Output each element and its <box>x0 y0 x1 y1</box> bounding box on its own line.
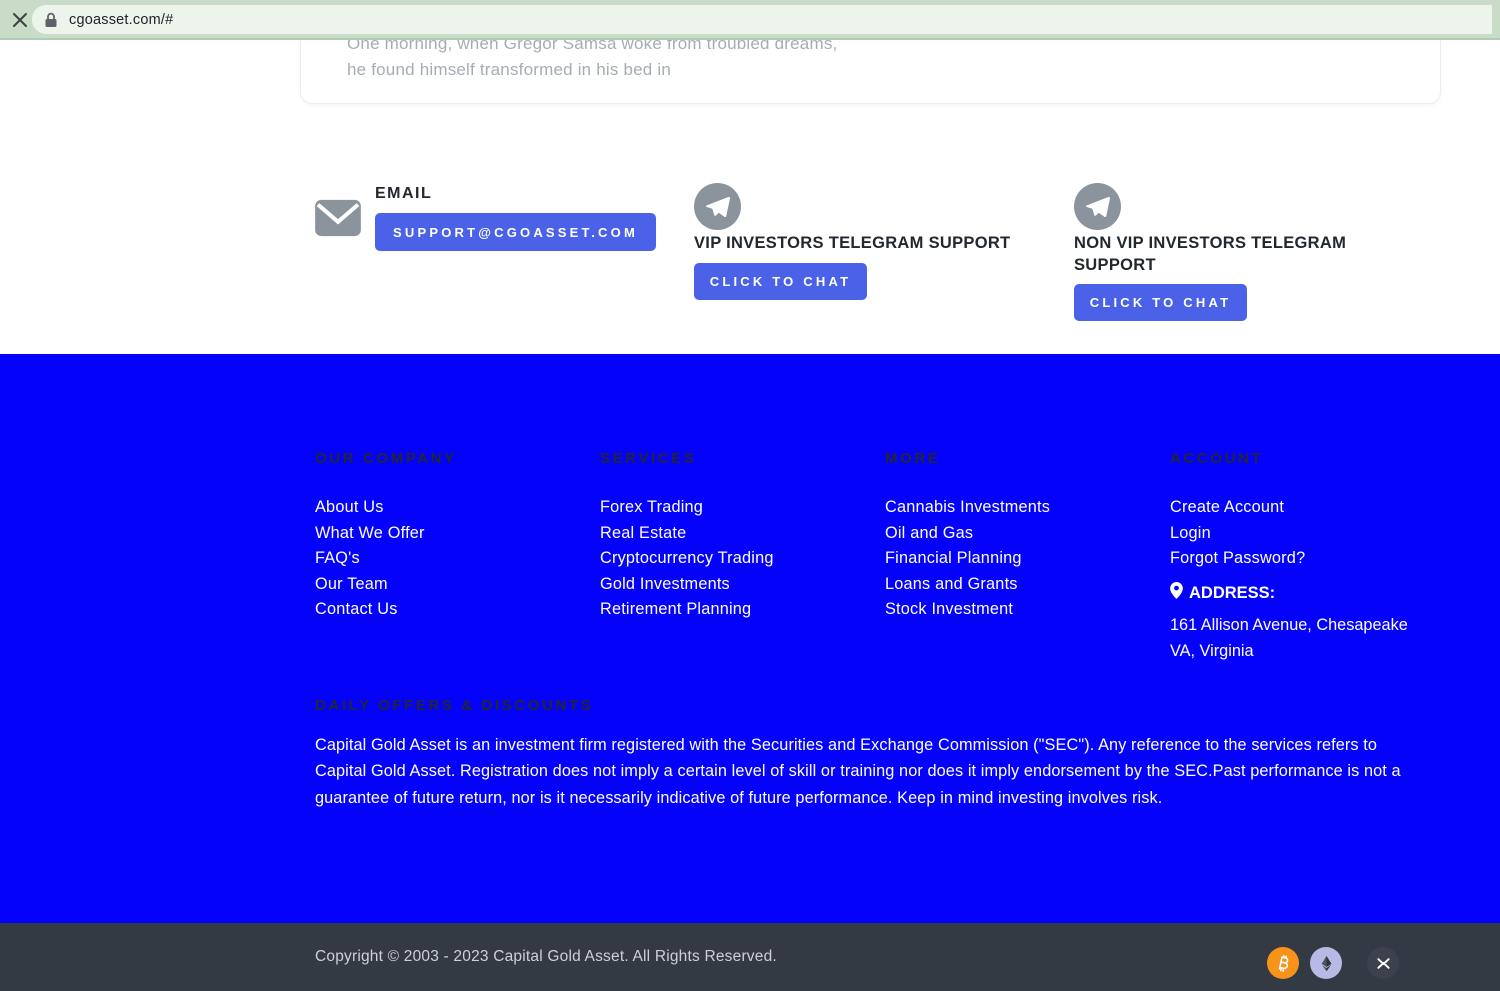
column-heading: MORE <box>885 450 1155 467</box>
nonvip-telegram-title: NON VIP INVESTORS TELEGRAM SUPPORT <box>1074 233 1384 276</box>
footer-link-forgot-password[interactable]: Forgot Password? <box>1170 549 1305 567</box>
column-heading: OUR COMPANY <box>315 450 585 467</box>
list-item: Forgot Password? <box>1170 546 1450 572</box>
footer-link-financial-planning[interactable]: Financial Planning <box>885 549 1022 567</box>
footer: OUR COMPANY About Us What We Offer FAQ's… <box>0 354 1500 923</box>
address-bar[interactable]: cgoasset.com/# <box>32 5 1492 34</box>
footer-link-login[interactable]: Login <box>1170 524 1211 542</box>
column-heading: SERVICES <box>600 450 870 467</box>
address-line1: 161 Allison Avenue, Chesapeake <box>1170 612 1460 638</box>
footer-link-cryptocurrency-trading[interactable]: Cryptocurrency Trading <box>600 549 774 567</box>
list-item: Oil and Gas <box>885 521 1155 547</box>
close-icon[interactable] <box>8 8 32 32</box>
email-support-button[interactable]: SUPPORT@CGOASSET.COM <box>375 213 656 251</box>
footer-link-about-us[interactable]: About Us <box>315 498 384 516</box>
lock-icon <box>44 12 58 28</box>
list-item: Our Team <box>315 572 585 598</box>
xrp-icon[interactable] <box>1367 947 1399 979</box>
footer-link-create-account[interactable]: Create Account <box>1170 498 1284 516</box>
list-item: Contact Us <box>315 597 585 623</box>
browser-top-bar: cgoasset.com/# <box>0 0 1500 40</box>
nonvip-chat-button[interactable]: CLICK TO CHAT <box>1074 284 1247 321</box>
list-item: Cryptocurrency Trading <box>600 546 870 572</box>
envelope-icon <box>315 198 361 243</box>
copyright-text: Copyright © 2003 - 2023 Capital Gold Ass… <box>315 923 777 991</box>
list-item: Forex Trading <box>600 495 870 521</box>
telegram-icon <box>694 183 741 230</box>
list-item: Stock Investment <box>885 597 1155 623</box>
footer-link-loans-and-grants[interactable]: Loans and Grants <box>885 575 1018 593</box>
url-text: cgoasset.com/# <box>69 12 173 28</box>
footer-column-more: MORE Cannabis Investments Oil and Gas Fi… <box>885 450 1155 623</box>
list-item: Loans and Grants <box>885 572 1155 598</box>
sec-disclaimer-text: Capital Gold Asset is an investment firm… <box>315 732 1415 811</box>
footer-link-oil-and-gas[interactable]: Oil and Gas <box>885 524 973 542</box>
list-item: Gold Investments <box>600 572 870 598</box>
footer-column-our-company: OUR COMPANY About Us What We Offer FAQ's… <box>315 450 585 623</box>
hero-text-line2: he found himself transformed in his bed … <box>347 57 1440 83</box>
footer-link-gold-investments[interactable]: Gold Investments <box>600 575 730 593</box>
list-item: Create Account <box>1170 495 1450 521</box>
footer-link-cannabis-investments[interactable]: Cannabis Investments <box>885 498 1050 516</box>
list-item: Cannabis Investments <box>885 495 1155 521</box>
footer-link-faqs[interactable]: FAQ's <box>315 549 360 567</box>
footer-link-real-estate[interactable]: Real Estate <box>600 524 686 542</box>
address-label: ADDRESS: <box>1189 584 1275 603</box>
address-block: ADDRESS: 161 Allison Avenue, Chesapeake … <box>1170 582 1460 664</box>
email-label: EMAIL <box>375 185 432 203</box>
footer-link-our-team[interactable]: Our Team <box>315 575 388 593</box>
list-item: About Us <box>315 495 585 521</box>
list-item: Real Estate <box>600 521 870 547</box>
daily-offers-heading: DAILY OFFERS & DISCOUNTS <box>315 697 593 714</box>
telegram-icon <box>1074 183 1121 230</box>
footer-link-what-we-offer[interactable]: What We Offer <box>315 524 425 542</box>
map-pin-icon <box>1170 582 1183 604</box>
column-heading: ACCOUNT <box>1170 450 1450 467</box>
footer-column-account: ACCOUNT Create Account Login Forgot Pass… <box>1170 450 1450 572</box>
footer-link-contact-us[interactable]: Contact Us <box>315 600 398 618</box>
footer-link-stock-investment[interactable]: Stock Investment <box>885 600 1013 618</box>
vip-chat-button[interactable]: CLICK TO CHAT <box>694 263 867 300</box>
vip-telegram-title: VIP INVESTORS TELEGRAM SUPPORT <box>694 233 1054 255</box>
footer-link-retirement-planning[interactable]: Retirement Planning <box>600 600 751 618</box>
ethereum-icon[interactable] <box>1310 947 1342 979</box>
list-item: Financial Planning <box>885 546 1155 572</box>
list-item: FAQ's <box>315 546 585 572</box>
bitcoin-icon[interactable] <box>1267 947 1299 979</box>
address-line2: VA, Virginia <box>1170 638 1460 664</box>
footer-column-services: SERVICES Forex Trading Real Estate Crypt… <box>600 450 870 623</box>
list-item: What We Offer <box>315 521 585 547</box>
footer-link-forex-trading[interactable]: Forex Trading <box>600 498 703 516</box>
list-item: Retirement Planning <box>600 597 870 623</box>
list-item: Login <box>1170 521 1450 547</box>
